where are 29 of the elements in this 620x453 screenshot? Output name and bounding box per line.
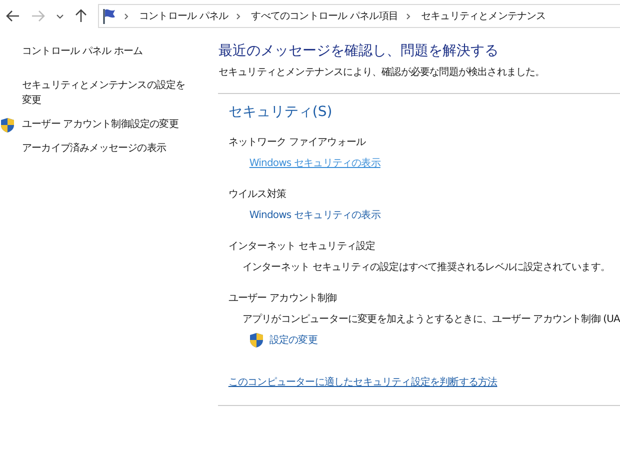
address-bar[interactable]: コントロール パネル すべてのコントロール パネル項目 セキュリティとメンテナンス <box>98 4 620 28</box>
group-title: ネットワーク ファイアウォール <box>228 136 367 149</box>
flag-icon <box>102 8 116 24</box>
chevron-down-icon[interactable] <box>56 14 64 18</box>
change-settings-link[interactable]: 設定の変更 <box>269 333 318 347</box>
page-subtitle: セキュリティとメンテナンスにより、確認が必要な問題が検出されました。 <box>218 66 546 79</box>
breadcrumb-item[interactable]: コントロール パネル <box>139 9 228 23</box>
group-title: インターネット セキュリティ設定 <box>228 240 376 253</box>
shield-icon <box>249 332 264 348</box>
group-description: アプリがコンピューターに変更を加えようとするときに、ユーザー アカウント制御 (UA <box>242 312 620 326</box>
back-icon[interactable] <box>6 10 20 22</box>
page-title: 最近のメッセージを確認し、問題を解決する <box>218 42 500 60</box>
group-title: ユーザー アカウント制御 <box>228 292 338 305</box>
shield-icon <box>0 117 15 133</box>
sidebar-link[interactable]: セキュリティとメンテナンスの設定を変更 <box>22 78 192 108</box>
help-link[interactable]: このコンピューターに適したセキュリティ設定を判断する方法 <box>228 375 498 389</box>
chevron-right-icon <box>124 12 129 20</box>
sidebar-link[interactable]: コントロール パネル ホーム <box>22 44 192 59</box>
breadcrumb-item[interactable]: セキュリティとメンテナンス <box>420 9 546 23</box>
sidebar-link[interactable]: アーカイブ済みメッセージの表示 <box>22 141 192 156</box>
up-arrow-icon[interactable] <box>75 9 87 23</box>
chevron-right-icon <box>406 12 411 20</box>
section-heading[interactable]: セキュリティ(S) <box>228 103 620 121</box>
sidebar-link[interactable]: ユーザー アカウント制御設定の変更 <box>22 117 192 132</box>
breadcrumb-item[interactable]: すべてのコントロール パネル項目 <box>251 9 398 23</box>
view-security-link[interactable]: Windows セキュリティの表示 <box>249 210 380 221</box>
group-description: インターネット セキュリティの設定はすべて推奨されるレベルに設定されています。 <box>242 260 611 274</box>
chevron-right-icon <box>236 12 242 20</box>
group-title: ウイルス対策 <box>228 188 287 201</box>
